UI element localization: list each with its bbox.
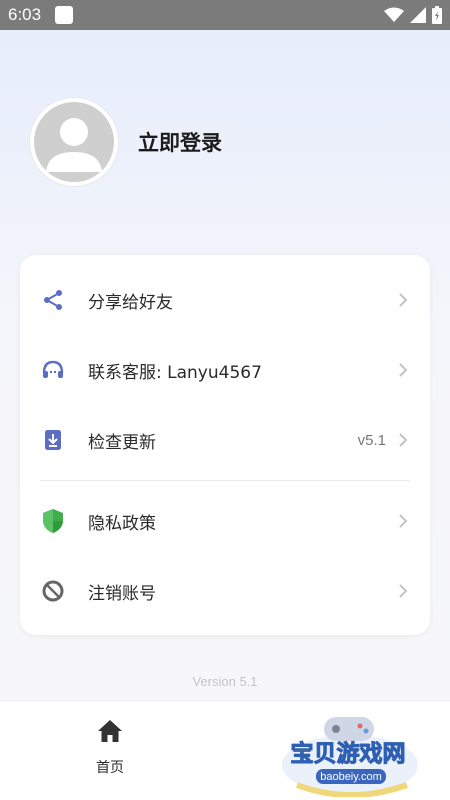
- bottom-nav: 首页 宝贝游戏网 baobeiy.com: [0, 700, 450, 800]
- share-icon: [40, 287, 66, 313]
- menu-item-label: 分享给好友: [88, 292, 173, 313]
- menu-item-label: 隐私政策: [88, 513, 156, 534]
- menu-item-privacy[interactable]: 隐私政策: [20, 493, 430, 549]
- wifi-icon: [384, 7, 404, 22]
- menu-item-label: 注销账号: [88, 583, 156, 604]
- menu-item-contact[interactable]: 联系客服: Lanyu4567: [20, 342, 430, 398]
- login-link[interactable]: 立即登录: [138, 127, 222, 157]
- headset-icon: [40, 357, 66, 383]
- nav-item-home[interactable]: 首页: [78, 719, 142, 777]
- menu-item-share[interactable]: 分享给好友: [20, 272, 430, 328]
- app-version-text: Version 5.1: [192, 674, 258, 689]
- chevron-right-icon: [396, 293, 410, 307]
- chevron-right-icon: [396, 363, 410, 377]
- menu-card: 分享给好友 联系客服: Lanyu4567 检查更新 v5.1 隐私政策 注销账…: [20, 255, 430, 635]
- chevron-right-icon: [396, 433, 410, 447]
- watermark-title: 宝贝游戏网: [291, 740, 406, 767]
- version-value: v5.1: [357, 431, 386, 449]
- notification-icon: [55, 6, 74, 24]
- chevron-right-icon: [396, 514, 410, 528]
- chevron-right-icon: [396, 584, 410, 598]
- menu-item-logout[interactable]: 注销账号: [20, 563, 430, 619]
- profile-header[interactable]: 立即登录: [30, 98, 222, 186]
- home-icon: [98, 720, 122, 742]
- status-time: 6:03: [8, 5, 42, 24]
- battery-icon: [432, 6, 442, 24]
- watermark-url: baobeiy.com: [320, 771, 382, 783]
- avatar-placeholder: [34, 102, 114, 182]
- block-icon: [40, 578, 66, 604]
- status-bar: 6:03: [0, 0, 450, 30]
- shield-icon: [40, 508, 66, 534]
- status-icons: [384, 6, 442, 24]
- user-icon: [46, 118, 102, 172]
- signal-icon: [410, 7, 426, 23]
- watermark-logo: 宝贝游戏网 baobeiy.com: [282, 717, 418, 797]
- avatar[interactable]: [30, 98, 118, 186]
- download-icon: [40, 427, 66, 453]
- menu-item-update[interactable]: 检查更新 v5.1: [20, 412, 430, 468]
- menu-item-label: 检查更新: [88, 432, 156, 453]
- divider: [40, 480, 410, 481]
- nav-item-label: 首页: [96, 760, 124, 776]
- menu-item-label: 联系客服: Lanyu4567: [88, 362, 262, 383]
